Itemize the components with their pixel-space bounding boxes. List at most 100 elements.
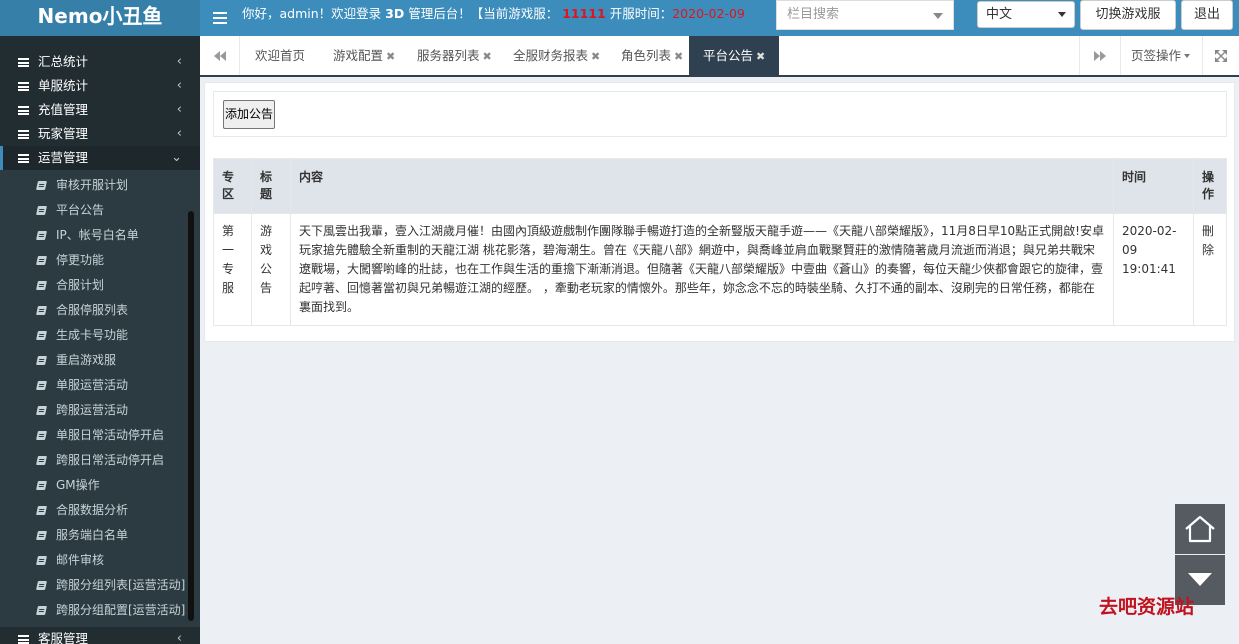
chevron-left-icon: ‹ xyxy=(176,102,182,117)
app-logo[interactable]: Nemo小丑鱼 xyxy=(0,0,200,36)
sidebar-item-summary-stats[interactable]: 汇总统计 ‹ xyxy=(0,50,200,74)
document-icon xyxy=(36,281,47,290)
submenu-item[interactable]: GM操作 xyxy=(0,473,186,498)
forward-icon xyxy=(1093,50,1106,61)
cell-content: 天下風雲出我輩，壹入江湖歲月催！由國內頂級遊戲制作團隊聯手暢遊打造的全新豎版天龍… xyxy=(290,213,1114,326)
submenu-item[interactable]: 合服计划 xyxy=(0,273,186,298)
document-icon xyxy=(36,431,47,440)
submenu-item[interactable]: 合服停服列表 xyxy=(0,298,186,323)
submenu-item[interactable]: 跨服分组列表[运营活动] xyxy=(0,573,186,598)
submenu-label: 跨服分组列表[运营活动] xyxy=(56,578,186,592)
chevron-left-icon: ‹ xyxy=(176,126,182,141)
search-placeholder: 栏目搜索 xyxy=(787,7,840,22)
submenu-item[interactable]: 重启游戏服 xyxy=(0,348,186,373)
close-icon[interactable]: ✖ xyxy=(674,50,683,63)
fullscreen-button[interactable] xyxy=(1202,36,1239,75)
tab-server-list[interactable]: 服务器列表 ✖ xyxy=(417,36,492,75)
close-icon[interactable]: ✖ xyxy=(483,50,492,63)
chevron-down-icon xyxy=(1184,54,1191,58)
add-notice-button[interactable]: 添加公告 xyxy=(223,100,275,129)
submenu-label: 平台公告 xyxy=(56,203,105,217)
toolbar-panel: 添加公告 xyxy=(213,91,1227,137)
menu-icon xyxy=(18,106,29,115)
menu-icon xyxy=(18,154,29,163)
column-header-content: 内容 xyxy=(290,158,1114,214)
menu-toggle-icon[interactable] xyxy=(205,0,235,36)
chevron-left-icon: ‹ xyxy=(176,54,182,69)
submenu-label: 跨服分组配置[运营活动] xyxy=(56,603,186,617)
notice-table: 专区 标题 内容 时间 操作 第一专服 游戏公告 天下風雲出我輩，壹入江湖歲月催… xyxy=(213,158,1227,326)
sidebar-item-customer-service[interactable]: 客服管理 ‹ xyxy=(0,627,200,644)
main-content: 添加公告 专区 标题 内容 时间 操作 第一专服 游戏公告 天下風雲出我輩，壹入… xyxy=(204,82,1235,342)
submenu-item[interactable]: 跨服运营活动 xyxy=(0,398,186,423)
document-icon xyxy=(36,381,47,390)
document-icon xyxy=(36,406,47,415)
document-icon xyxy=(36,231,47,240)
tabs-scroll-right-button[interactable] xyxy=(1079,36,1119,75)
submenu-item[interactable]: 审核开服计划 xyxy=(0,173,186,198)
submenu-item[interactable]: 跨服日常活动停开启 xyxy=(0,448,186,473)
tab-label: 欢迎首页 xyxy=(255,48,306,63)
submenu-item[interactable]: IP、帐号白名单 xyxy=(0,223,186,248)
submenu-label: 合服数据分析 xyxy=(56,503,129,517)
language-select[interactable]: 中文 xyxy=(977,1,1075,28)
close-icon[interactable]: ✖ xyxy=(591,50,600,63)
column-header-time: 时间 xyxy=(1113,158,1194,214)
welcome-message: 你好，admin！欢迎登录 3D 管理后台！【当前游戏服： 11111 开服时间… xyxy=(242,0,776,28)
submenu-label: 生成卡号功能 xyxy=(56,328,129,342)
open-time-label: 开服时间： xyxy=(609,6,673,21)
document-icon xyxy=(36,531,47,540)
sidebar-item-server-stats[interactable]: 单服统计 ‹ xyxy=(0,74,200,98)
submenu-label: 合服计划 xyxy=(56,278,105,292)
submenu-item[interactable]: 生成卡号功能 xyxy=(0,323,186,348)
close-icon[interactable]: ✖ xyxy=(756,50,765,63)
document-icon xyxy=(36,356,47,365)
tab-operations-dropdown[interactable]: 页签操作 xyxy=(1120,36,1202,75)
submenu-label: IP、帐号白名单 xyxy=(56,228,139,242)
tab-game-config[interactable]: 游戏配置 ✖ xyxy=(333,36,395,75)
cell-operation: 刪除 xyxy=(1193,213,1227,326)
submenu-item[interactable]: 停更功能 xyxy=(0,248,186,273)
document-icon xyxy=(36,506,47,515)
sidebar-item-operations[interactable]: 运营管理 ⌄ xyxy=(0,146,200,170)
home-icon xyxy=(1185,515,1215,543)
submenu-label: 跨服日常活动停开启 xyxy=(56,453,165,467)
submenu-item[interactable]: 跨服分组配置[运营活动] xyxy=(0,598,186,623)
tab-platform-notice[interactable]: 平台公告 ✖ xyxy=(689,36,780,75)
delete-link[interactable]: 刪除 xyxy=(1202,222,1216,260)
expand-icon xyxy=(1215,49,1227,62)
submenu-item[interactable]: 邮件审核 xyxy=(0,548,186,573)
submenu-item[interactable]: 单服运营活动 xyxy=(0,373,186,398)
tab-label: 全服财务报表 xyxy=(513,48,589,63)
chevron-down-icon: ⌄ xyxy=(171,150,182,165)
tab-label: 游戏配置 xyxy=(333,48,384,63)
close-icon[interactable]: ✖ xyxy=(386,50,395,63)
tabs-scroll-left-button[interactable] xyxy=(200,36,240,75)
submenu-item[interactable]: 服务端白名单 xyxy=(0,523,186,548)
tab-role-list[interactable]: 角色列表 ✖ xyxy=(621,36,683,75)
chevron-down-icon xyxy=(1058,12,1066,17)
submenu-label: 单服日常活动停开启 xyxy=(56,428,165,442)
submenu-item[interactable]: 单服日常活动停开启 xyxy=(0,423,186,448)
home-float-button[interactable] xyxy=(1175,504,1225,554)
menu-icon xyxy=(18,635,29,644)
operations-submenu: 审核开服计划 平台公告 IP、帐号白名单 停更功能 合服计划 合服停服列表 生成… xyxy=(0,170,200,627)
document-icon xyxy=(36,306,47,315)
tab-finance-report[interactable]: 全服财务报表 ✖ xyxy=(513,36,600,75)
logout-button[interactable]: 退出 xyxy=(1181,0,1233,30)
switch-server-button[interactable]: 切换游戏服 xyxy=(1080,0,1176,30)
sidebar-scrollbar[interactable] xyxy=(188,211,194,621)
tab-welcome[interactable]: 欢迎首页 xyxy=(255,36,305,75)
tab-ops-label: 页签操作 xyxy=(1131,48,1182,63)
menu-icon xyxy=(18,58,29,67)
submenu-item[interactable]: 合服数据分析 xyxy=(0,498,186,523)
sidebar-item-players[interactable]: 玩家管理 ‹ xyxy=(0,122,200,146)
top-header: Nemo小丑鱼 你好，admin！欢迎登录 3D 管理后台！【当前游戏服： 11… xyxy=(0,0,1239,36)
submenu-item[interactable]: 平台公告 xyxy=(0,198,186,223)
watermark-text: 去吧资源站 xyxy=(1099,596,1195,618)
welcome-3d: 3D xyxy=(385,6,405,21)
arrow-down-icon xyxy=(1188,573,1212,586)
menu-search-select[interactable]: 栏目搜索 xyxy=(776,0,954,30)
sidebar-item-recharge[interactable]: 充值管理 ‹ xyxy=(0,98,200,122)
submenu-label: 重启游戏服 xyxy=(56,353,117,367)
